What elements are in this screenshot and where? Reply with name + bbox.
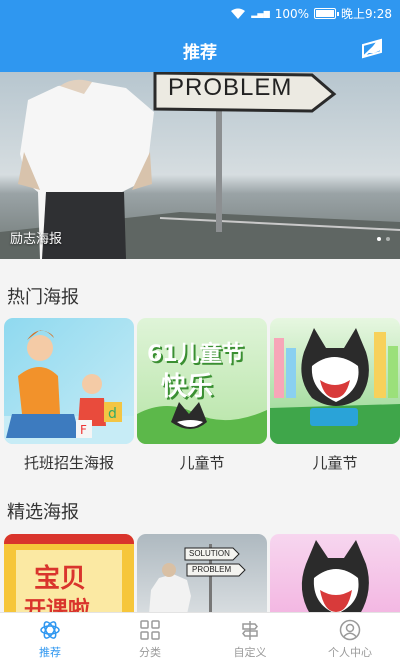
poster-image bbox=[149, 544, 246, 614]
tab-category[interactable]: 分类 bbox=[100, 613, 200, 666]
bottom-tab-bar: 推荐 分类 自定义 个人中心 bbox=[0, 612, 400, 666]
svg-text:F: F bbox=[80, 423, 87, 437]
carousel-dot bbox=[386, 237, 390, 241]
poster-image bbox=[270, 328, 400, 444]
sign-text: PROBLEM bbox=[168, 74, 293, 101]
poster-card[interactable]: 61儿童节 快乐 bbox=[137, 318, 267, 444]
carousel-dot bbox=[377, 237, 381, 241]
page-title: 推荐 bbox=[183, 43, 217, 63]
tab-label: 自定义 bbox=[233, 646, 267, 659]
grid-icon bbox=[140, 620, 160, 640]
app-header: 推荐 bbox=[0, 26, 400, 72]
poster-card[interactable]: SOLUTION PROBLEM bbox=[137, 534, 267, 614]
section-title-featured: 精选海报 bbox=[7, 502, 79, 523]
tab-profile[interactable]: 个人中心 bbox=[300, 613, 400, 666]
clock: 晚上9:28 bbox=[341, 7, 392, 21]
svg-text:d: d bbox=[108, 406, 117, 422]
poster-image bbox=[301, 540, 369, 614]
poster-card[interactable]: 宝贝 开课啦 bbox=[4, 534, 134, 614]
user-icon bbox=[339, 619, 361, 641]
banner-caption: 励志海报 bbox=[10, 232, 63, 247]
battery-icon bbox=[314, 8, 340, 19]
poster-image: d F bbox=[4, 330, 134, 444]
poster-art-text: SOLUTION bbox=[189, 549, 230, 558]
banner-carousel[interactable]: PROBLEM PROBLEM 励志海报 bbox=[0, 72, 400, 259]
signpost-icon bbox=[242, 621, 258, 640]
tab-label: 分类 bbox=[139, 646, 161, 659]
poster-art-text: PROBLEM bbox=[192, 565, 232, 574]
poster-art-text: 61儿童节 bbox=[147, 342, 244, 367]
tab-custom[interactable]: 自定义 bbox=[200, 613, 300, 666]
poster-art-text: 开课啦 bbox=[24, 598, 91, 614]
tab-recommend[interactable]: 推荐 bbox=[0, 613, 100, 666]
battery-percent: 100% bbox=[274, 6, 310, 21]
share-button[interactable] bbox=[360, 38, 384, 60]
tab-label: 推荐 bbox=[39, 646, 61, 659]
atom-icon bbox=[40, 621, 60, 639]
wifi-icon bbox=[230, 8, 246, 20]
status-right: ▂▄▆ 100% 晚上9:28 bbox=[230, 5, 392, 22]
poster-art-text: 快乐 bbox=[161, 372, 214, 402]
section-title-hot: 热门海报 bbox=[7, 287, 79, 308]
poster-label: 儿童节 bbox=[312, 454, 358, 472]
share-icon bbox=[362, 38, 382, 59]
poster-card[interactable]: d F bbox=[4, 318, 134, 444]
poster-label: 儿童节 bbox=[179, 454, 225, 472]
signal-icon: ▂▄▆ bbox=[251, 8, 270, 18]
poster-card[interactable] bbox=[270, 534, 400, 614]
carousel-indicator bbox=[377, 237, 390, 241]
poster-card[interactable] bbox=[270, 318, 400, 444]
status-bar: ▂▄▆ 100% 晚上9:28 bbox=[0, 0, 400, 26]
poster-label: 托班招生海报 bbox=[23, 454, 114, 472]
poster-art-text: 宝贝 bbox=[34, 564, 87, 594]
tab-label: 个人中心 bbox=[328, 646, 372, 659]
